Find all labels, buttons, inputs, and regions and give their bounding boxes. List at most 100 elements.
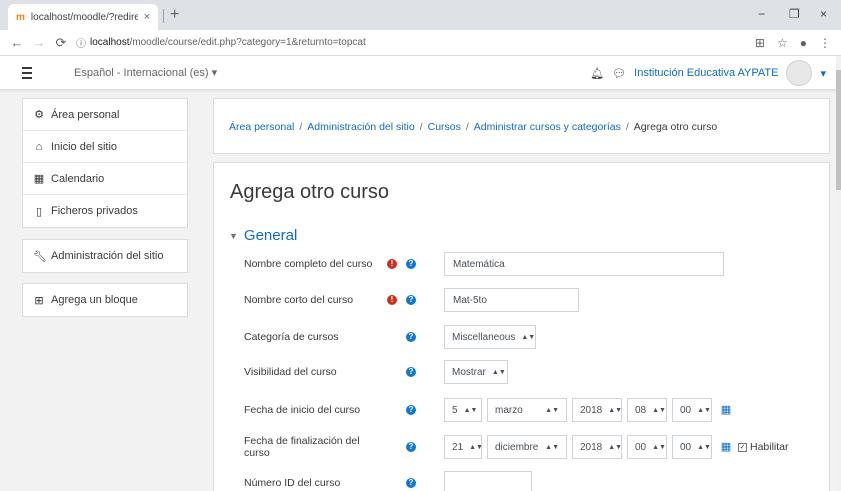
navigation-block: ⚙ Área personal ⌂ Inicio del sitio ▦ Cal… bbox=[22, 98, 188, 228]
messages-icon[interactable]: 💬︎ bbox=[612, 67, 626, 80]
close-window-button[interactable]: × bbox=[820, 7, 827, 21]
user-menu-caret-icon[interactable]: ▾ bbox=[820, 67, 826, 80]
url-field[interactable]: ⓘ localhost/moodle/course/edit.php?categ… bbox=[76, 35, 755, 50]
fullname-row: Nombre completo del curso ! ? Matemática bbox=[244, 250, 814, 278]
scrollbar-thumb[interactable] bbox=[836, 70, 841, 190]
address-bar: ← → ⟳ ⓘ localhost/moodle/course/edit.php… bbox=[0, 30, 841, 56]
help-icon[interactable]: ? bbox=[406, 405, 416, 415]
enddate-enable-checkbox[interactable]: ✓ Habilitar bbox=[738, 441, 789, 453]
enddate-label: Fecha de finalización del curso bbox=[244, 435, 360, 459]
admin-block: 🔧︎ Administración del sitio bbox=[22, 239, 188, 273]
category-label: Categoría de cursos bbox=[244, 331, 339, 343]
section-title: General bbox=[243, 227, 298, 244]
tab-title: localhost/moodle/?redirect= bbox=[30, 11, 138, 23]
moodle-navbar: Español - Internacional (es) ▾ 🔔︎ 💬︎ Ins… bbox=[0, 56, 836, 90]
select-arrows-icon: ▲▼ bbox=[697, 443, 711, 451]
section-general-toggle[interactable]: ▼ General bbox=[229, 227, 297, 244]
dashboard-icon: ⚙ bbox=[34, 109, 44, 121]
nav-item-site-admin[interactable]: 🔧︎ Administración del sitio bbox=[23, 240, 187, 272]
nav-item-private-files[interactable]: ▯ Ficheros privados bbox=[23, 195, 187, 227]
enddate-hour-select[interactable]: 00 ▲▼ bbox=[627, 435, 667, 459]
select-arrows-icon: ▲▼ bbox=[545, 406, 559, 414]
tab-separator bbox=[163, 9, 164, 23]
help-icon[interactable]: ? bbox=[406, 332, 416, 342]
checkbox-checked-icon[interactable]: ✓ bbox=[738, 442, 747, 452]
wrench-icon: 🔧︎ bbox=[33, 250, 47, 263]
nav-item-site-home[interactable]: ⌂ Inicio del sitio bbox=[23, 131, 187, 163]
translate-icon[interactable]: ⊞ bbox=[755, 36, 765, 50]
notification-bell-icon[interactable]: 🔔︎ bbox=[590, 67, 604, 80]
select-arrows-icon: ▲▼ bbox=[463, 406, 478, 414]
browser-tab[interactable]: m localhost/moodle/?redirect= × bbox=[8, 4, 158, 30]
profile-icon[interactable]: ● bbox=[800, 36, 807, 50]
enddate-row: Fecha de finalización del curso ? 21 ▲▼ d… bbox=[244, 433, 814, 461]
calendar-picker-icon[interactable]: ▦ bbox=[720, 441, 732, 453]
select-arrows-icon: ▲▼ bbox=[469, 443, 483, 451]
calendar-picker-icon[interactable]: ▦ bbox=[720, 404, 732, 416]
menu-kebab-icon[interactable]: ⋮ bbox=[819, 36, 831, 50]
enddate-day-select[interactable]: 21 ▲▼ bbox=[444, 435, 483, 459]
help-icon[interactable]: ? bbox=[406, 295, 416, 305]
startdate-label: Fecha de inicio del curso bbox=[244, 404, 361, 416]
help-icon[interactable]: ? bbox=[406, 442, 416, 452]
select-arrows-icon: ▲▼ bbox=[652, 443, 666, 451]
breadcrumb-manage-courses[interactable]: Administrar cursos y categorías bbox=[474, 121, 621, 133]
startdate-month-select[interactable]: marzo ▲▼ bbox=[487, 398, 567, 422]
drawer-toggle-button[interactable] bbox=[10, 61, 44, 85]
tab-close-icon[interactable]: × bbox=[144, 11, 150, 23]
shortname-input[interactable]: Mat-5to bbox=[444, 288, 579, 312]
startdate-minute-select[interactable]: 00 ▲▼ bbox=[672, 398, 712, 422]
info-icon[interactable]: ⓘ bbox=[76, 35, 86, 50]
browser-tab-bar: m localhost/moodle/?redirect= × + − ❐ × bbox=[0, 0, 841, 30]
select-arrows-icon: ▲▼ bbox=[608, 443, 623, 451]
startdate-year-select[interactable]: 2018 ▲▼ bbox=[572, 398, 622, 422]
idnumber-label: Número ID del curso bbox=[244, 477, 341, 489]
breadcrumb-courses[interactable]: Cursos bbox=[428, 121, 461, 133]
startdate-day-select[interactable]: 5 ▲▼ bbox=[444, 398, 482, 422]
help-icon[interactable]: ? bbox=[406, 478, 416, 488]
enddate-year-select[interactable]: 2018 ▲▼ bbox=[572, 435, 622, 459]
enddate-minute-select[interactable]: 00 ▲▼ bbox=[672, 435, 712, 459]
breadcrumb-dashboard[interactable]: Área personal bbox=[229, 121, 294, 133]
shortname-label: Nombre corto del curso bbox=[244, 294, 354, 306]
idnumber-input[interactable] bbox=[444, 471, 532, 491]
caret-down-icon: ▼ bbox=[229, 230, 238, 241]
plus-square-icon: ⊞ bbox=[34, 294, 44, 307]
nav-item-dashboard[interactable]: ⚙ Área personal bbox=[23, 99, 187, 131]
breadcrumb-current: Agrega otro curso bbox=[633, 121, 718, 133]
visibility-label: Visibilidad del curso bbox=[244, 366, 337, 378]
url-path: /moodle/course/edit.php?category=1&retur… bbox=[129, 37, 366, 48]
select-arrows-icon: ▲▼ bbox=[697, 406, 711, 414]
user-name[interactable]: Institución Educativa AYPATE bbox=[634, 67, 778, 79]
add-block-button[interactable]: ⊞ Agrega un bloque bbox=[23, 284, 187, 316]
select-arrows-icon: ▲▼ bbox=[545, 443, 559, 451]
star-icon[interactable]: ☆ bbox=[777, 36, 788, 50]
new-tab-button[interactable]: + bbox=[170, 6, 179, 24]
forward-arrow-icon[interactable]: → bbox=[28, 35, 50, 50]
startdate-hour-select[interactable]: 08 ▲▼ bbox=[627, 398, 667, 422]
enddate-month-select[interactable]: diciembre ▲▼ bbox=[487, 435, 567, 459]
add-block-block: ⊞ Agrega un bloque bbox=[22, 283, 188, 317]
back-arrow-icon[interactable]: ← bbox=[6, 35, 28, 50]
language-menu[interactable]: Español - Internacional (es) ▾ bbox=[74, 66, 217, 79]
fullname-input[interactable]: Matemática bbox=[444, 252, 724, 276]
maximize-button[interactable]: ❐ bbox=[789, 7, 800, 21]
help-icon[interactable]: ? bbox=[406, 367, 416, 377]
help-icon[interactable]: ? bbox=[406, 259, 416, 269]
main-content-card: Agrega otro curso ▼ General Nombre compl… bbox=[213, 162, 830, 491]
avatar[interactable] bbox=[786, 60, 813, 86]
calendar-icon: ▦ bbox=[33, 173, 45, 185]
nav-item-calendar[interactable]: ▦ Calendario bbox=[23, 163, 187, 195]
select-arrows-icon: ▲▼ bbox=[608, 406, 623, 414]
url-host: localhost bbox=[90, 37, 130, 48]
select-arrows-icon: ▲▼ bbox=[491, 368, 506, 376]
breadcrumb-site-admin[interactable]: Administración del sitio bbox=[307, 121, 414, 133]
reload-icon[interactable]: ⟳ bbox=[50, 35, 72, 51]
visibility-select[interactable]: Mostrar ▲▼ bbox=[444, 360, 508, 384]
file-icon: ▯ bbox=[35, 205, 43, 218]
select-arrows-icon: ▲▼ bbox=[521, 333, 536, 341]
minimize-button[interactable]: − bbox=[758, 7, 765, 21]
home-icon: ⌂ bbox=[35, 140, 43, 153]
category-select[interactable]: Miscellaneous ▲▼ bbox=[444, 325, 536, 349]
select-arrows-icon: ▲▼ bbox=[652, 406, 666, 414]
